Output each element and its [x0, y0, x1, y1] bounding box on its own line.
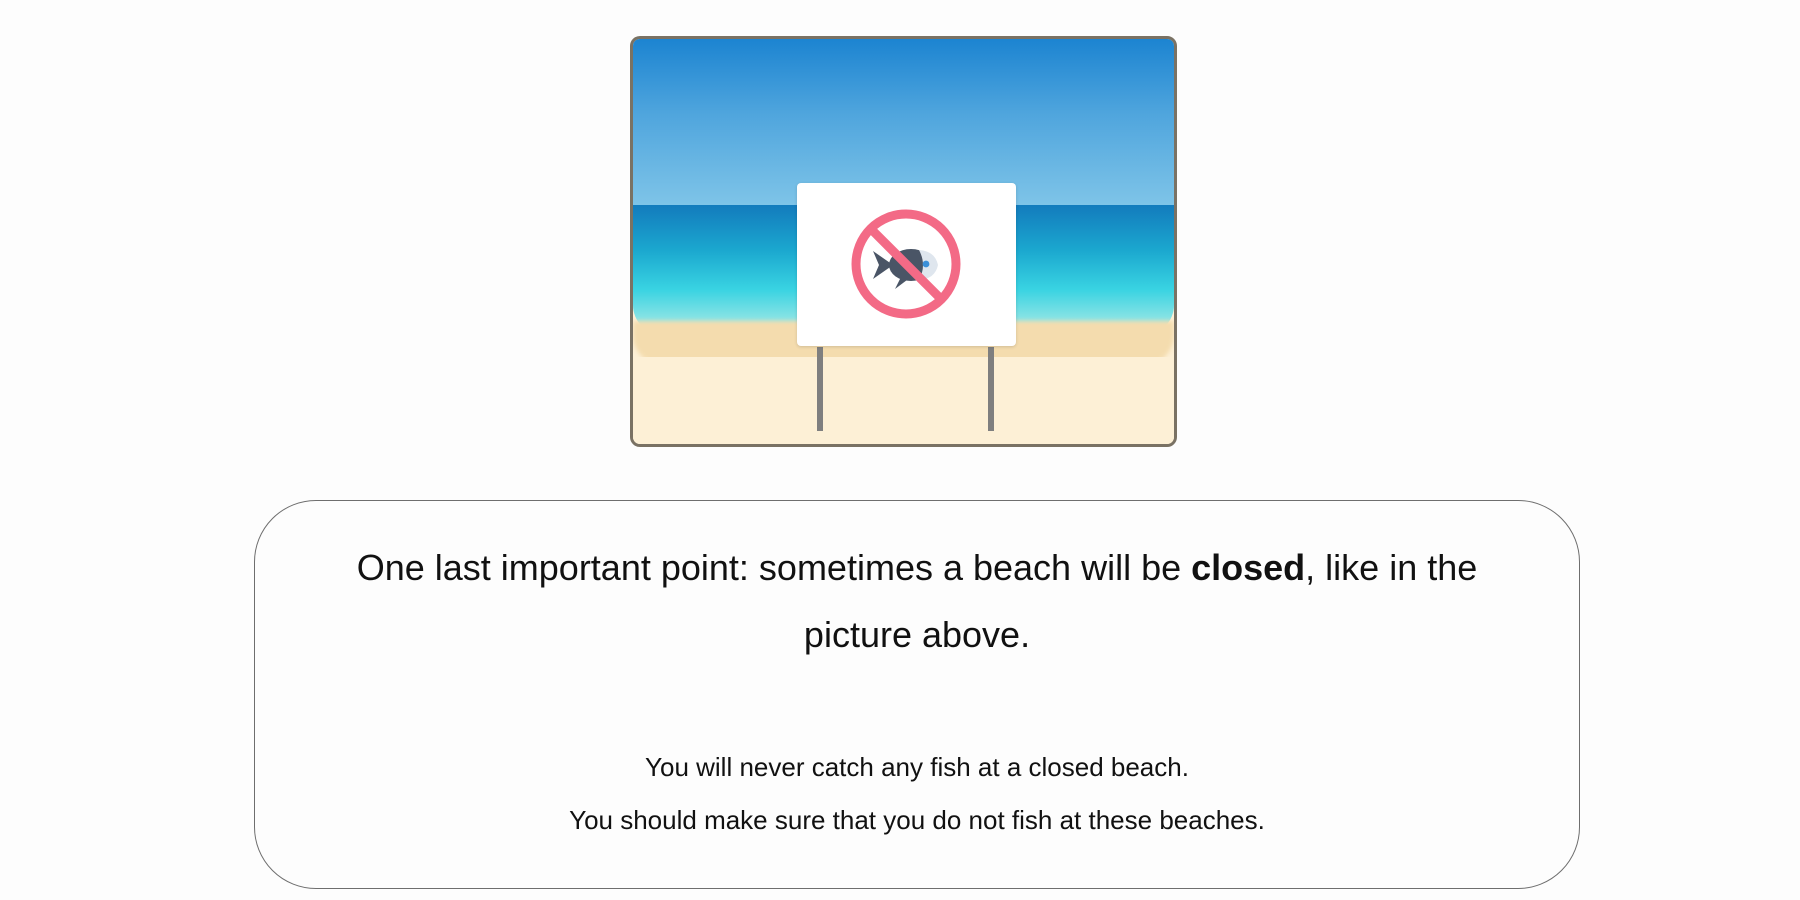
sign-board: [797, 183, 1016, 346]
page: One last important point: sometimes a be…: [0, 0, 1800, 900]
instruction-card: One last important point: sometimes a be…: [254, 500, 1580, 889]
sub-instruction-line-1: You will never catch any fish at a close…: [645, 752, 1189, 782]
no-fishing-icon: [851, 209, 961, 319]
sand: [633, 357, 1174, 444]
closed-beach-picture: [630, 36, 1177, 447]
main-instruction: One last important point: sometimes a be…: [315, 534, 1519, 668]
sign-post-left: [817, 347, 823, 431]
sky: [633, 39, 1174, 205]
sign-post-right: [988, 347, 994, 431]
sub-instructions: You will never catch any fish at a close…: [315, 741, 1519, 847]
closed-emphasis: closed: [1191, 547, 1306, 588]
main-text-start: One last important point: sometimes a be…: [356, 547, 1192, 588]
sub-instruction-line-2: You should make sure that you do not fis…: [569, 805, 1265, 835]
